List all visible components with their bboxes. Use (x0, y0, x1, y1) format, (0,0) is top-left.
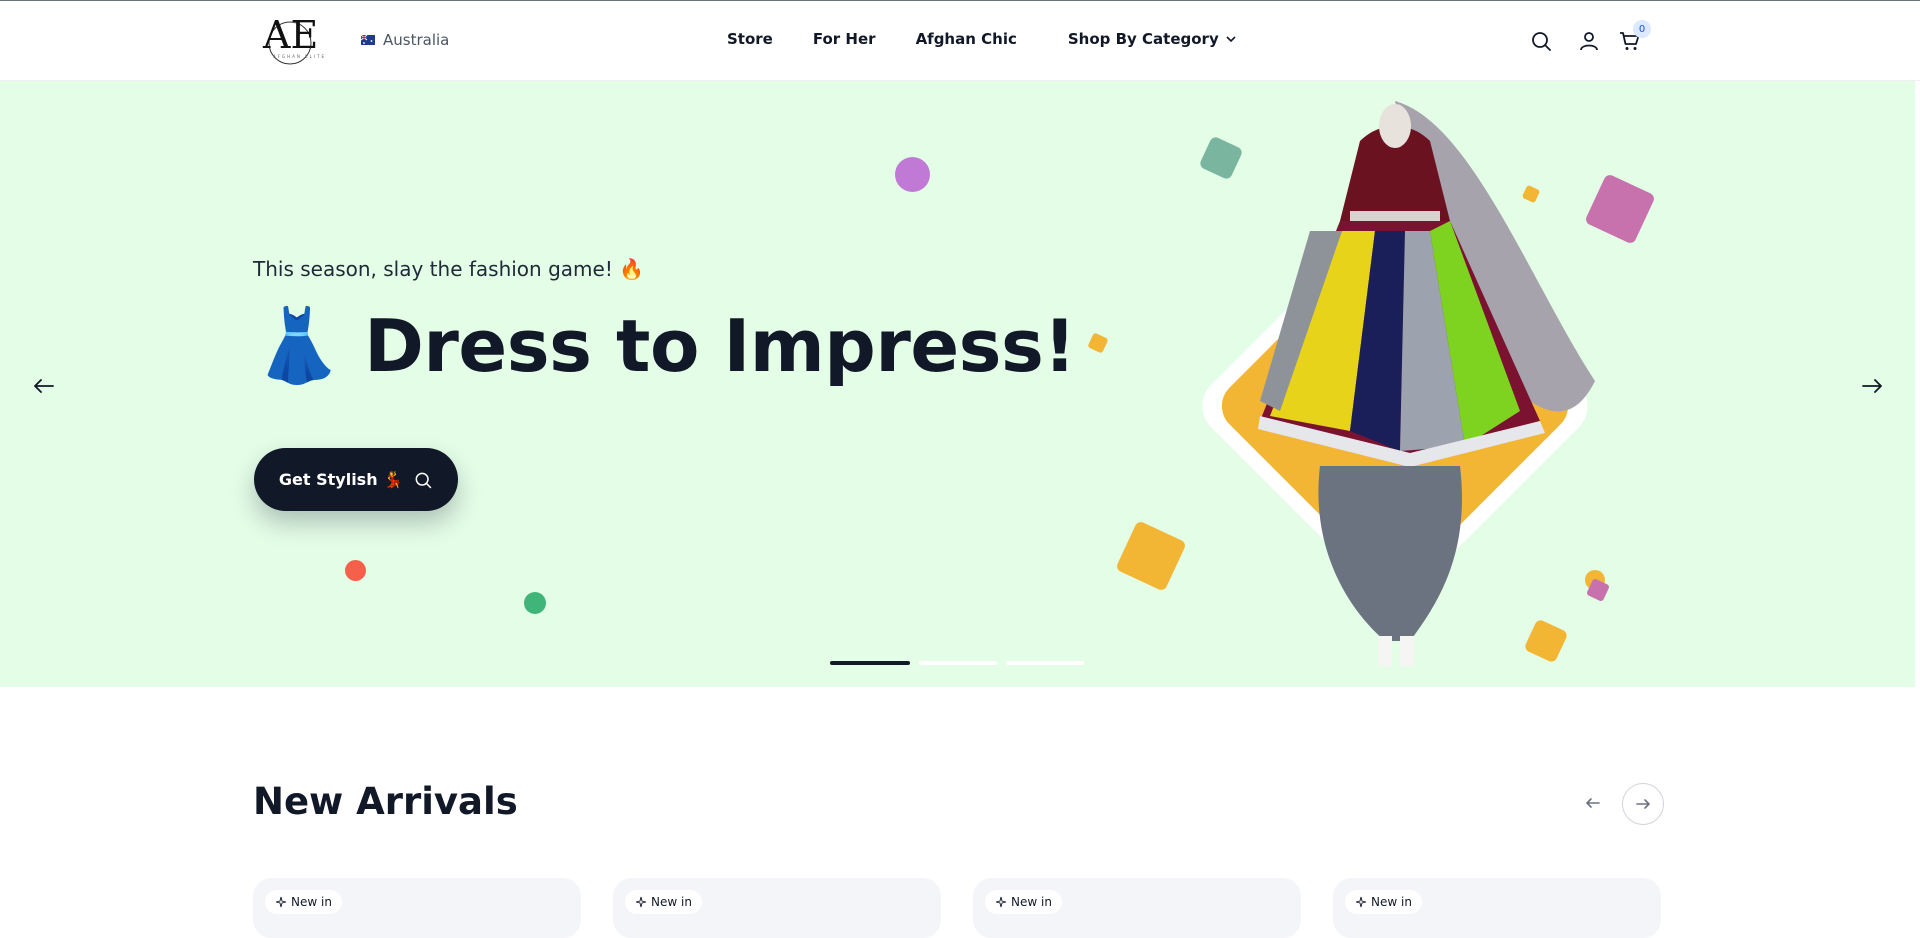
user-account-icon[interactable] (1577, 29, 1601, 53)
new-arrivals-title: New Arrivals (253, 780, 518, 823)
hero-dress-image (1202, 101, 1595, 666)
country-label: Australia (383, 31, 450, 49)
arrow-left-icon (1586, 798, 1600, 808)
product-card[interactable]: New in (973, 878, 1301, 938)
shop-by-category-dropdown[interactable]: Shop By Category (1068, 30, 1237, 48)
nav-item-store[interactable]: Store (727, 30, 773, 48)
new-in-badge: New in (625, 890, 702, 914)
decor-green-dot (524, 592, 546, 614)
slide-indicator-1-active[interactable] (830, 661, 910, 665)
dress-emoji-icon: 👗 (253, 303, 343, 387)
slide-indicator-2[interactable] (919, 661, 997, 665)
hero-tagline: This season, slay the fashion game! 🔥 (253, 257, 645, 281)
new-in-label: New in (651, 895, 692, 909)
hero-slider: This season, slay the fashion game! 🔥 👗 … (0, 81, 1915, 687)
main-nav: Store For Her Afghan Chic Shop By Catego… (727, 30, 1237, 48)
new-in-badge: New in (1345, 890, 1422, 914)
australia-flag-icon (361, 35, 375, 45)
search-icon[interactable] (1529, 29, 1553, 53)
arrivals-prev-button[interactable] (1573, 783, 1613, 823)
decor-red-dot (345, 560, 366, 581)
cart-count-badge: 0 (1633, 20, 1651, 38)
sparkle-icon (995, 896, 1007, 908)
nav-item-for-her[interactable]: For Her (813, 30, 876, 48)
new-in-label: New in (1011, 895, 1052, 909)
slide-indicator-3[interactable] (1006, 661, 1084, 665)
hero-headline: 👗 Dress to Impress! (253, 303, 1076, 388)
product-card[interactable]: New in (253, 878, 581, 938)
decor-purple-dot (895, 157, 930, 192)
logo-text: AE (262, 13, 318, 57)
hero-prev-arrow-icon[interactable] (29, 371, 59, 401)
get-stylish-label: Get Stylish 💃 (278, 470, 404, 489)
product-card[interactable]: New in (1333, 878, 1661, 938)
new-in-label: New in (1371, 895, 1412, 909)
nav-item-afghan-chic[interactable]: Afghan Chic (916, 30, 1017, 48)
sparkle-icon (275, 896, 287, 908)
search-icon (415, 472, 432, 488)
shop-by-category-label: Shop By Category (1067, 30, 1219, 48)
arrow-right-icon (1636, 799, 1650, 809)
svg-text:AFGHAN ELITE: AFGHAN ELITE (273, 54, 326, 59)
hero-next-arrow-icon[interactable] (1857, 371, 1887, 401)
brand-logo[interactable]: AE AFGHAN ELITE (253, 13, 331, 69)
site-header: AE AFGHAN ELITE Australia Store For Her … (0, 1, 1920, 81)
get-stylish-button[interactable]: Get Stylish 💃 (254, 448, 458, 511)
chevron-down-icon (1226, 36, 1236, 43)
new-in-label: New in (291, 895, 332, 909)
country-selector[interactable]: Australia (361, 31, 449, 49)
sparkle-icon (1355, 896, 1367, 908)
new-in-badge: New in (985, 890, 1062, 914)
new-in-badge: New in (265, 890, 342, 914)
product-card[interactable]: New in (613, 878, 941, 938)
arrivals-next-button[interactable] (1622, 783, 1664, 825)
sparkle-icon (635, 896, 647, 908)
decor-yellow-square (1087, 332, 1109, 354)
hero-headline-text: Dress to Impress! (364, 303, 1076, 388)
